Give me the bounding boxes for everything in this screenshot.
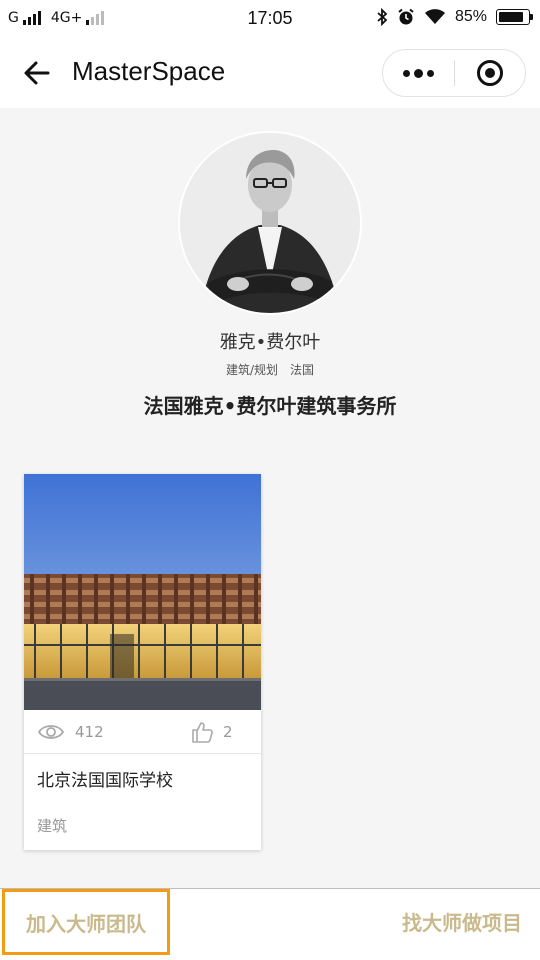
back-arrow-icon[interactable] [22, 58, 52, 88]
firm-name: 法国雅克•费尔叶建筑事务所 [143, 394, 397, 418]
project-stats: 412 2 [24, 710, 261, 754]
portrait-image [180, 133, 360, 313]
eye-icon [37, 725, 65, 739]
more-dots-icon[interactable] [383, 50, 454, 96]
project-card[interactable]: 412 2 北京法国国际学校 建筑 [24, 474, 261, 850]
close-button[interactable] [455, 50, 526, 96]
thumbs-up-icon[interactable] [190, 720, 214, 744]
status-bar: G 4G+ 17:05 85% [0, 0, 540, 38]
miniprogram-capsule [382, 49, 526, 97]
page-title: MasterSpace [72, 56, 226, 86]
join-team-button[interactable]: 加入大师团队 [2, 889, 170, 955]
battery-icon [496, 9, 533, 25]
master-country: 法国 [290, 363, 315, 377]
battery-percent: 85% [454, 8, 487, 25]
avatar [180, 133, 360, 313]
wifi-icon [424, 9, 445, 24]
project-photo [24, 474, 261, 710]
project-category: 建筑 [37, 817, 68, 835]
nav-bar: MasterSpace [0, 38, 540, 108]
bottom-action-bar: 加入大师团队 找大师做项目 [0, 888, 540, 960]
bluetooth-icon [377, 8, 388, 26]
status-icons: 85% [376, 8, 533, 26]
close-target-icon [476, 60, 503, 86]
project-title: 北京法国国际学校 [37, 771, 173, 791]
master-meta: 建筑/规划 法国 [0, 361, 540, 378]
master-name: 雅克•费尔叶 [219, 332, 321, 353]
alarm-icon [398, 8, 414, 25]
view-count: 412 [75, 723, 104, 741]
like-count: 2 [223, 723, 233, 741]
master-discipline: 建筑/规划 [225, 363, 279, 377]
find-master-button[interactable]: 找大师做项目 [402, 907, 522, 936]
